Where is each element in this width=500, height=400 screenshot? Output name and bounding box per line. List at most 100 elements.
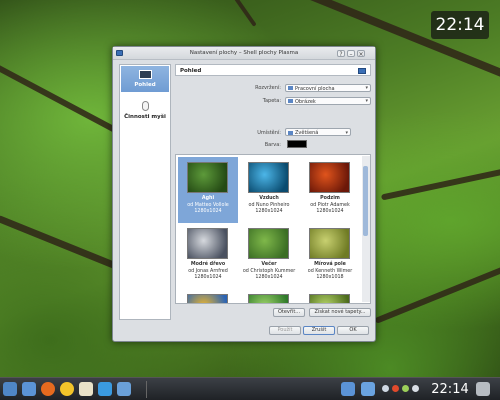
positioning-select[interactable]: Zvětšená ▾ <box>285 128 351 136</box>
update-icon[interactable] <box>392 385 399 392</box>
wallpaper-res: 1280x1024 <box>194 275 222 280</box>
wallpaper-tile[interactable]: Podzim od Piotr Adamek 1280x1024 <box>300 157 360 223</box>
monitor-icon <box>139 70 152 79</box>
chevron-down-icon: ▾ <box>365 98 368 104</box>
monitor-icon <box>358 68 366 74</box>
wallpaper-res: 1280x1024 <box>194 209 222 214</box>
wallpaper-grid: Aghi od Matteo Vollole 1280x1024 Vzduch od N… <box>175 154 371 304</box>
settings-content: Pohled Rozvržení: Pracovní plocha ▾ Tape… <box>175 64 371 320</box>
wallpaper-thumbnail <box>309 294 350 303</box>
wallpaper-res: 1280x1024 <box>255 209 283 214</box>
wallpaper-thumbnail <box>187 294 228 303</box>
sidebar-item-view[interactable]: Pohled <box>121 66 169 92</box>
wallpaper-res: 1280x1018 <box>316 275 344 280</box>
wallpaper-res: 1280x1024 <box>316 209 344 214</box>
help-icon[interactable]: ? <box>337 50 345 58</box>
page-title-text: Pohled <box>180 67 202 74</box>
wallpaper-thumbnail <box>309 162 350 193</box>
media-player-icon[interactable] <box>98 382 112 396</box>
color-label: Barva: <box>264 142 281 148</box>
desktop-icon <box>288 86 293 90</box>
wallpaper-tile[interactable] <box>178 289 238 303</box>
wallpaper-name: Vzduch <box>259 196 279 201</box>
wallpaper-res: 1280x1024 <box>255 275 283 280</box>
page-title: Pohled <box>175 64 371 76</box>
wallpaper-thumbnail <box>187 228 228 259</box>
firefox-icon[interactable] <box>41 382 55 396</box>
wallpaper-branch <box>374 262 500 324</box>
ok-button[interactable]: OK <box>337 326 369 335</box>
chevron-down-icon: ▾ <box>365 85 368 91</box>
grid-scrollbar[interactable] <box>362 156 370 302</box>
wallpaper-tile[interactable]: Večer od Christoph Kummer 1280x1024 <box>239 223 299 289</box>
chevron-down-icon: ▾ <box>345 129 348 136</box>
layout-value: Pracovní plocha <box>295 85 335 92</box>
positioning-value: Zvětšená <box>295 130 319 136</box>
wallpaper-author: od Piotr Adamek <box>310 203 350 208</box>
minimize-icon[interactable]: – <box>347 50 355 58</box>
wallpaper-name: Podzim <box>320 196 340 201</box>
sidebar-item-label: Pohled <box>134 82 156 88</box>
wallpaper-author: od Matteo Vollole <box>187 203 229 208</box>
wallpaper-value: Obrázek <box>295 98 316 105</box>
mouse-icon <box>142 101 149 111</box>
color-picker-button[interactable] <box>287 140 307 148</box>
wallpaper-branch <box>380 165 500 201</box>
kde-menu-icon[interactable] <box>3 382 17 396</box>
folder-icon[interactable] <box>361 382 375 396</box>
get-new-wallpapers-button[interactable]: Získat nové tapety... <box>309 308 371 317</box>
folder-icon[interactable] <box>341 382 355 396</box>
wallpaper-tile[interactable]: Vzduch od Nuno Pinheiro 1280x1024 <box>239 157 299 223</box>
wallpaper-label: Tapeta: <box>262 98 281 104</box>
close-icon[interactable]: × <box>357 50 365 58</box>
desktop-clock-widget[interactable]: 22:14 <box>431 11 489 39</box>
apply-button[interactable]: Použít <box>269 326 301 335</box>
wallpaper-select[interactable]: Obrázek ▾ <box>285 96 371 105</box>
wallpaper-thumbnail <box>187 162 228 193</box>
file-manager-icon[interactable] <box>22 382 36 396</box>
cancel-button[interactable]: Zrušit <box>303 326 335 335</box>
wallpaper-thumbnail <box>309 228 350 259</box>
wallpaper-tile[interactable] <box>239 289 299 303</box>
wallpaper-tile[interactable]: Mírová pole od Kenneth Wimer 1280x1018 <box>300 223 360 289</box>
wallpaper-author: od Nuno Pinheiro <box>248 203 290 208</box>
layout-select[interactable]: Pracovní plocha ▾ <box>285 83 371 92</box>
open-button[interactable]: Otevřít... <box>273 308 305 317</box>
wallpaper-branch <box>213 0 257 27</box>
wallpaper-author: od Christoph Kummer <box>242 269 296 274</box>
window-titlebar[interactable]: Nastavení plochy – Shell plochy Plasma ?… <box>113 47 375 60</box>
taskbar-separator <box>146 381 147 398</box>
chat-icon[interactable] <box>60 382 74 396</box>
wallpaper-name: Modré dřevo <box>190 262 226 267</box>
sidebar-item-mouse-actions[interactable]: Činnosti myši <box>121 101 169 125</box>
wallpaper-tile[interactable]: Modré dřevo od Jonas Arnfred 1280x1024 <box>178 223 238 289</box>
image-icon <box>288 99 293 103</box>
wallpaper-name: Večer <box>261 262 277 267</box>
trash-icon[interactable] <box>476 382 490 396</box>
wallpaper-thumbnail <box>248 162 289 193</box>
scale-icon <box>288 130 293 135</box>
wallpaper-author: od Kenneth Wimer <box>307 269 353 274</box>
wallpaper-tile[interactable] <box>300 289 360 303</box>
scrollbar-thumb[interactable] <box>363 166 368 236</box>
wallpaper-thumbnail <box>248 228 289 259</box>
sidebar-item-label: Činnosti myši <box>124 114 166 120</box>
taskbar-clock[interactable]: 22:14 <box>428 380 472 399</box>
network-icon[interactable] <box>382 385 389 392</box>
wallpaper-name: Mírová pole <box>314 262 346 267</box>
volume-icon[interactable] <box>412 385 419 392</box>
wallpaper-author: od Jonas Arnfred <box>188 269 228 274</box>
positioning-label: Umístění: <box>257 130 281 136</box>
wallpaper-thumbnail <box>248 294 289 303</box>
wallpaper-name: Aghi <box>201 196 215 201</box>
layout-label: Rozvržení: <box>255 85 281 91</box>
system-settings-icon[interactable] <box>117 382 131 396</box>
taskbar: 22:14 <box>0 377 500 400</box>
battery-icon[interactable] <box>402 385 409 392</box>
wallpaper-tile[interactable]: Aghi od Matteo Vollole 1280x1024 <box>178 157 238 223</box>
wallpaper-branch <box>0 60 123 136</box>
settings-sidebar: Pohled Činnosti myši <box>119 64 171 320</box>
window-title: Nastavení plochy – Shell plochy Plasma <box>189 50 299 56</box>
mail-icon[interactable] <box>79 382 93 396</box>
desktop-settings-window: Nastavení plochy – Shell plochy Plasma ?… <box>112 46 376 342</box>
